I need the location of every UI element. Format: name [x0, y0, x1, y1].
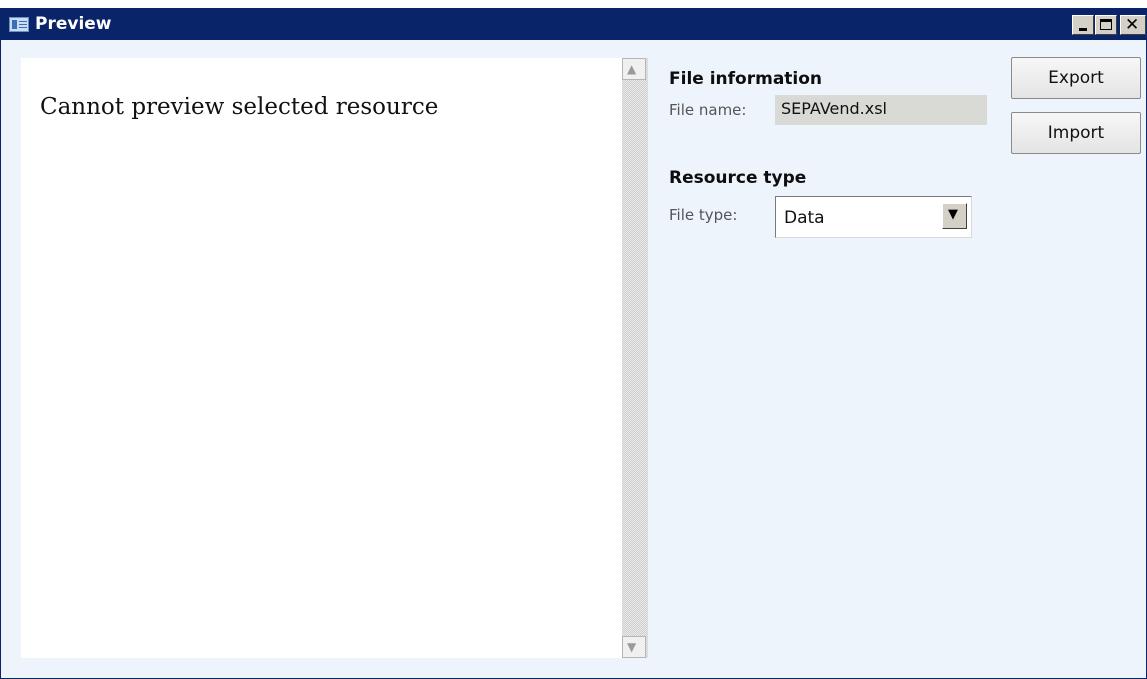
maximize-button[interactable] — [1095, 15, 1117, 35]
file-type-select[interactable]: Data ▼ — [775, 196, 972, 238]
resource-type-heading: Resource type — [669, 168, 807, 188]
export-button[interactable]: Export — [1011, 57, 1141, 99]
form-icon — [9, 17, 29, 32]
preview-message: Cannot preview selected resource — [40, 94, 439, 120]
scroll-down-arrow-icon: ▼ — [627, 640, 637, 654]
file-name-field: SEPAVend.xsl — [775, 95, 987, 125]
maximize-icon — [1100, 19, 1112, 30]
minimize-icon — [1079, 28, 1087, 31]
preview-scrollbar[interactable]: ▲ ▼ — [622, 58, 648, 658]
file-type-label: File type: — [669, 206, 738, 224]
file-type-value: Data — [784, 208, 825, 228]
preview-pane: Cannot preview selected resource — [21, 58, 622, 658]
import-button[interactable]: Import — [1011, 112, 1141, 154]
window-title: Preview — [35, 14, 112, 34]
file-name-value: SEPAVend.xsl — [781, 99, 887, 118]
scroll-up-arrow-icon: ▲ — [627, 62, 637, 76]
title-bar[interactable]: Preview ✕ — [1, 9, 1146, 40]
file-name-label: File name: — [669, 101, 747, 119]
file-information-heading: File information — [669, 69, 823, 89]
close-icon: ✕ — [1125, 15, 1140, 35]
minimize-button[interactable] — [1072, 15, 1094, 35]
close-button[interactable]: ✕ — [1120, 15, 1146, 35]
file-type-dropdown-button[interactable]: ▼ — [942, 203, 967, 229]
scroll-up-button[interactable]: ▲ — [622, 58, 646, 80]
chevron-down-icon: ▼ — [948, 207, 958, 222]
scroll-down-button[interactable]: ▼ — [622, 636, 646, 658]
partial-text-strip — [0, 0, 1147, 8]
